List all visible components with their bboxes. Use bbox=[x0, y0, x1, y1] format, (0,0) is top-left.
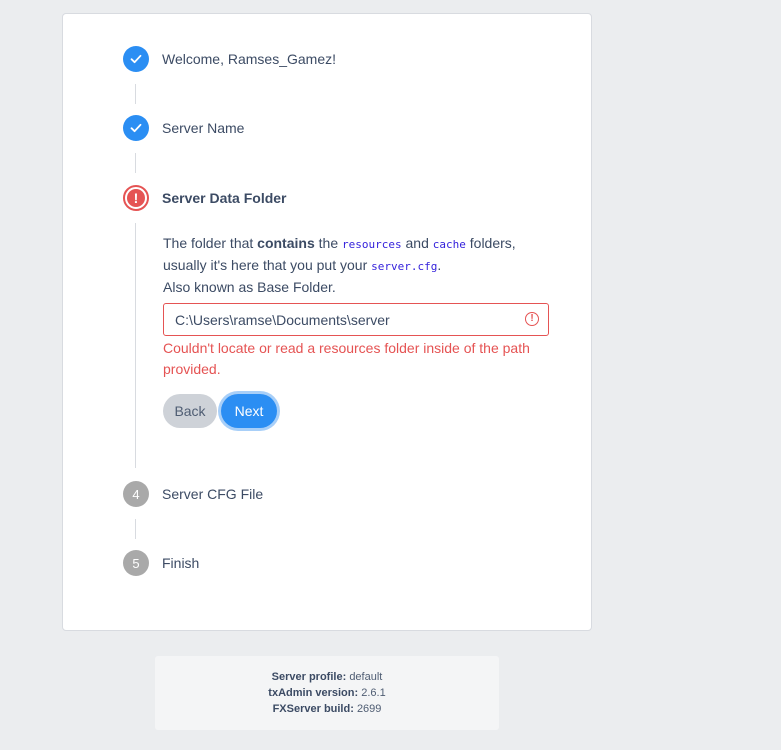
server-profile-line: Server profile: default bbox=[271, 671, 383, 683]
step-label: Server Data Folder bbox=[162, 190, 287, 206]
server-data-folder-field[interactable]: ! bbox=[163, 303, 549, 336]
next-button[interactable]: Next bbox=[221, 394, 277, 428]
step-label: Finish bbox=[162, 555, 200, 571]
back-button[interactable]: Back bbox=[163, 394, 217, 428]
step-label: Server Name bbox=[162, 120, 245, 136]
step-number: 5 bbox=[123, 550, 149, 576]
validation-error-message: Couldn't locate or read a resources fold… bbox=[163, 340, 530, 377]
step-label: Welcome, Ramses_Gamez! bbox=[162, 51, 337, 67]
step-connector bbox=[135, 153, 136, 173]
fxserver-build-line: FXServer build: 2699 bbox=[272, 703, 382, 715]
step-finish: 5 Finish bbox=[123, 550, 199, 576]
step-welcome: Welcome, Ramses_Gamez! bbox=[123, 46, 336, 72]
step-connector bbox=[135, 519, 136, 539]
step-server-data-folder: ! Server Data Folder bbox=[123, 185, 287, 211]
step-connector bbox=[135, 84, 136, 104]
step-connector bbox=[135, 223, 136, 468]
step-server-name: Server Name bbox=[123, 115, 244, 141]
check-icon bbox=[123, 46, 149, 72]
check-icon bbox=[123, 115, 149, 141]
step-description: The folder that contains the resources a… bbox=[163, 235, 516, 295]
step-label: Server CFG File bbox=[162, 486, 264, 502]
setup-wizard-card: Welcome, Ramses_Gamez! Server Name ! Ser… bbox=[62, 13, 592, 631]
step-number: 4 bbox=[123, 481, 149, 507]
alert-circle-icon: ! bbox=[525, 312, 539, 326]
server-data-folder-input[interactable] bbox=[175, 311, 505, 328]
step-server-cfg-file: 4 Server CFG File bbox=[123, 481, 263, 507]
txadmin-version-line: txAdmin version: 2.6.1 bbox=[268, 687, 386, 699]
server-info-footer: Server profile: default txAdmin version:… bbox=[155, 656, 499, 730]
error-icon: ! bbox=[123, 185, 149, 211]
